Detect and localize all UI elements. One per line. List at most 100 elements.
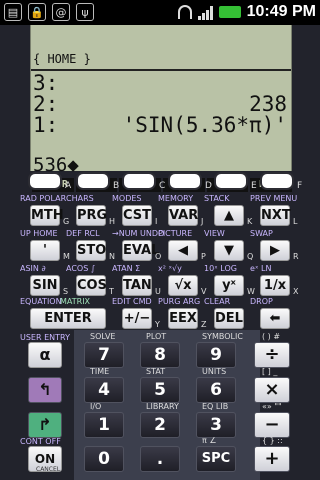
key-2-1[interactable]: COS	[76, 275, 107, 296]
shift-right-label-3-0: MATRIX	[60, 297, 91, 306]
softkey-b[interactable]	[76, 172, 110, 190]
numrow-first-key-0[interactable]: α	[28, 342, 62, 368]
alpha-letter-0-2: I	[155, 217, 158, 226]
num-key-2-0[interactable]: 1	[84, 412, 124, 438]
key-2-5[interactable]: 1/x	[260, 275, 290, 296]
key-0-0[interactable]: MTH	[30, 205, 64, 226]
num-key-1-1[interactable]: 5	[140, 377, 180, 403]
softkey-f[interactable]	[260, 172, 294, 190]
battery-icon	[218, 6, 241, 18]
numrow-first-key-1[interactable]: ↰	[28, 377, 62, 403]
alpha-letter-1-2: O	[155, 252, 162, 261]
key-0-5[interactable]: NXT	[260, 205, 291, 226]
softkey-a[interactable]	[28, 172, 62, 190]
alpha-letter-0-1: H	[109, 217, 116, 226]
signal-icon	[197, 4, 213, 20]
key-2-0[interactable]: SIN	[30, 275, 60, 296]
num-shift-1-1: STAT	[146, 367, 166, 376]
alpha-letter-1-3: P	[201, 252, 206, 261]
key-0-1[interactable]: PRG	[76, 205, 107, 226]
alpha-letter-0-0: G	[63, 217, 70, 226]
softkey-letter-b: B	[113, 181, 120, 191]
shift-label-0-1: CHARS	[66, 194, 94, 203]
num-key-3-0[interactable]: 0	[84, 446, 124, 472]
num-shift-0-2: SYMBOLIC	[202, 332, 243, 341]
shift-label-2-5: eˣ LN	[250, 264, 272, 273]
softkey-e[interactable]	[214, 172, 248, 190]
cancel-label: CANCEL	[36, 466, 61, 473]
key-1-5[interactable]: ▶	[260, 240, 290, 261]
op-shift-3: { } ::	[262, 436, 283, 445]
num-key-3-2[interactable]: SPC	[196, 446, 236, 472]
key-1-1[interactable]: STO	[76, 240, 106, 261]
softkey-letter-a: A	[65, 181, 72, 191]
num-shift-1-2: UNITS	[202, 367, 227, 376]
alpha-letter-1-4: Q	[247, 252, 254, 261]
alpha-letter-2-4: W	[247, 287, 255, 296]
op-shift-2: «» ""	[262, 402, 282, 411]
shift-label-1-3: PICTURE	[158, 229, 193, 238]
op-key-2[interactable]: −	[254, 412, 290, 438]
key-3-1[interactable]: +/−	[122, 308, 152, 329]
stack-level-1: 1: 'SIN(5.36*π)'	[33, 113, 287, 137]
email-icon: @	[52, 3, 70, 21]
alpha-letter-1-5: R	[293, 252, 299, 261]
shift-label-2-0: ASIN ∂	[20, 264, 46, 273]
key-1-0[interactable]: '	[30, 240, 60, 261]
shift-label-1-5: SWAP	[250, 229, 273, 238]
key-3-2[interactable]: EEX	[168, 308, 198, 329]
num-key-0-0[interactable]: 7	[84, 342, 124, 368]
key-1-3[interactable]: ◀	[168, 240, 198, 261]
alpha-letter-2-0: S	[63, 287, 69, 296]
num-shift-2-0: I/O	[90, 402, 102, 411]
op-key-0[interactable]: ÷	[254, 342, 290, 368]
lock-icon: 🔒	[28, 3, 46, 21]
key-0-2[interactable]: CST	[122, 205, 152, 226]
lcd-divider	[31, 69, 291, 71]
shift-label-1-1: DEF RCL	[66, 229, 100, 238]
num-key-2-2[interactable]: 3	[196, 412, 236, 438]
key-1-4[interactable]: ▼	[214, 240, 244, 261]
op-shift-1: [ ] _	[262, 367, 278, 376]
key-2-2[interactable]: TAN	[122, 275, 152, 296]
num-key-0-1[interactable]: 8	[140, 342, 180, 368]
op-key-3[interactable]: +	[254, 446, 290, 472]
softkey-letter-e: E	[251, 181, 257, 191]
clock: 10:49 PM	[246, 3, 316, 20]
op-key-1[interactable]: ×	[254, 377, 290, 403]
lcd-header: { HOME }	[33, 52, 91, 66]
shift-label-0-5: PREV MENU	[250, 194, 298, 203]
shift-label-1-2: →NUM UNDO	[112, 229, 165, 238]
key-2-4[interactable]: yˣ	[214, 275, 244, 296]
softkey-d[interactable]	[168, 172, 202, 190]
num-key-3-1[interactable]: .	[140, 446, 180, 472]
alpha-letter-0-3: J	[201, 217, 204, 226]
key-3-4[interactable]: ⬅	[260, 308, 290, 329]
key-0-3[interactable]: VAR	[168, 205, 198, 226]
key-3-0[interactable]: ENTER	[30, 308, 106, 329]
shift-label-0-2: MODES	[112, 194, 142, 203]
num-shift-2-1: LIBRARY	[146, 402, 179, 411]
wifi-icon	[177, 5, 192, 19]
key-3-3[interactable]: DEL	[214, 308, 244, 329]
alpha-letter-3-2: Z	[201, 320, 207, 329]
numrow-left-label-0: USER ENTRY	[20, 333, 70, 342]
shift-label-0-3: MEMORY	[158, 194, 194, 203]
softkey-letter-d: D	[205, 181, 212, 191]
shift-label-3-3: CLEAR	[204, 297, 231, 306]
stack-level-2: 2: 238	[33, 92, 287, 116]
key-1-2[interactable]: EVAL	[122, 240, 159, 261]
key-2-3[interactable]: √x	[168, 275, 198, 296]
shift-label-3-2: PURG ARG	[158, 297, 201, 306]
numrow-first-key-2[interactable]: ↱	[28, 412, 62, 438]
softkey-letter-f: F	[297, 181, 303, 191]
num-key-1-2[interactable]: 6	[196, 377, 236, 403]
num-key-2-1[interactable]: 2	[140, 412, 180, 438]
alpha-letter-2-5: X	[293, 287, 299, 296]
num-key-0-2[interactable]: 9	[196, 342, 236, 368]
key-0-4[interactable]: ▲	[214, 205, 244, 226]
softkey-c[interactable]	[122, 172, 156, 190]
alpha-letter-2-1: T	[109, 287, 114, 296]
num-key-1-0[interactable]: 4	[84, 377, 124, 403]
usb-icon: ψ	[76, 3, 94, 21]
